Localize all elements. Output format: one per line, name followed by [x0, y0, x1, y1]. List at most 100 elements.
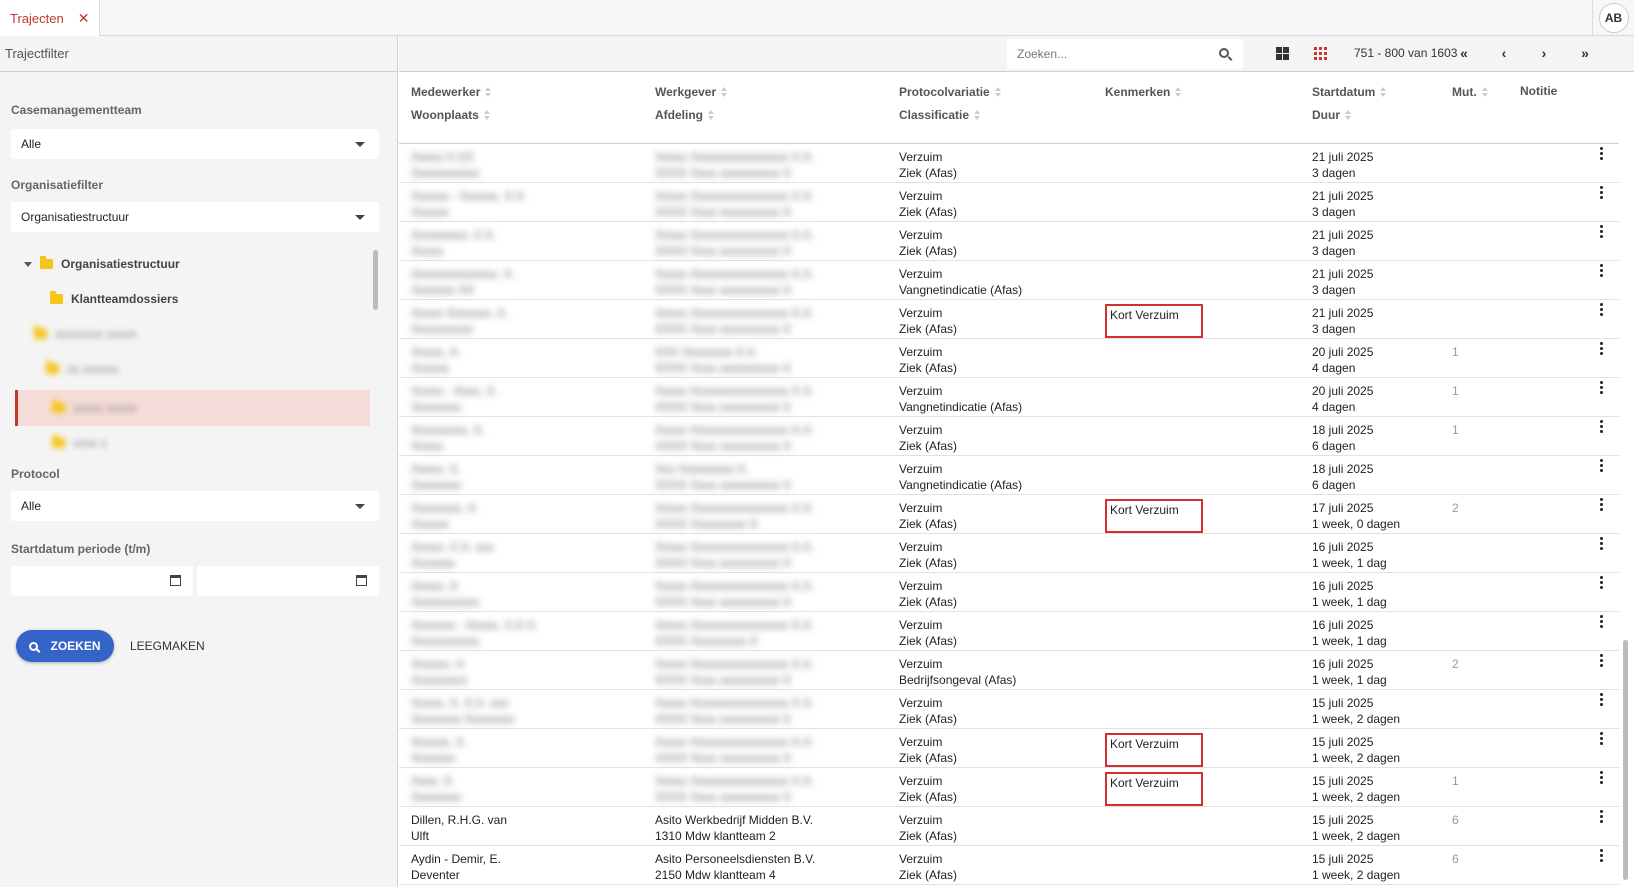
col-classificatie[interactable]: Classificatie	[899, 108, 981, 122]
row-menu-button[interactable]	[1597, 849, 1607, 862]
tree-item-blurred[interactable]: xxxx x	[52, 429, 106, 457]
table-row[interactable]: Xxxxxxxxx, X. Xxxxx Xxxxx Xxxxxxxxxxxxxxxx…	[399, 417, 1619, 456]
table-row[interactable]: Dillen, R.H.G. van Ulft Asito Werkbedrijf …	[399, 807, 1619, 846]
col-woonplaats[interactable]: Woonplaats	[411, 108, 491, 122]
calendar-icon[interactable]	[356, 575, 367, 586]
employee-name: Xxxxx, X. X.X. xxx	[411, 696, 509, 710]
tree-item-klantteamdossiers[interactable]: Klantteamdossiers	[50, 285, 178, 313]
table-row[interactable]: Xxxxxxxxx, X.X. Xxxxx Xxxxx Xxxxxxxxxxxxxx…	[399, 222, 1619, 261]
table-row[interactable]: Xxxxx, X.X. xxx Xxxxxxx Xxxxx Xxxxxxxxxxxx…	[399, 534, 1619, 573]
tree-item-blurred[interactable]: xx xxxxxx	[46, 355, 118, 383]
more-vertical-icon[interactable]	[1600, 147, 1604, 160]
row-menu-button[interactable]	[1597, 615, 1607, 628]
more-vertical-icon[interactable]	[1600, 615, 1604, 628]
startdate-from-input[interactable]	[11, 566, 193, 596]
org-filter-select[interactable]: Organisatiestructuur	[11, 202, 379, 232]
row-menu-button[interactable]	[1597, 225, 1607, 238]
row-menu-button[interactable]	[1597, 576, 1607, 589]
table-row[interactable]: Xxxxx, X. Xxxxxxxxxxx Xxxxx Xxxxxxxxxxxxxx…	[399, 573, 1619, 612]
tab-trajecten[interactable]: Trajecten ✕	[0, 0, 101, 36]
user-menu[interactable]: AB	[1592, 0, 1634, 36]
row-menu-button[interactable]	[1597, 732, 1607, 745]
tree-item-blurred-selected[interactable]: xxxxx xxxxx	[52, 394, 136, 422]
row-menu-button[interactable]	[1597, 537, 1607, 550]
row-menu-button[interactable]	[1597, 810, 1607, 823]
row-menu-button[interactable]	[1597, 186, 1607, 199]
next-page-button[interactable]: ›	[1534, 45, 1554, 61]
row-menu-button[interactable]	[1597, 420, 1607, 433]
more-vertical-icon[interactable]	[1600, 810, 1604, 823]
table-row[interactable]: Xxxxxxxx, X. Xxxxxx Xxxxx Xxxxxxxxxxxxxxxx…	[399, 495, 1619, 534]
table-row[interactable]: Xxxxxx, X. Xxxxxxx Xxxxx Xxxxxxxxxxxxxxxx …	[399, 729, 1619, 768]
table-row[interactable]: Xxxx, X. Xxxxxxxx Xxxxx Xxxxxxxxxxxxxxxx X…	[399, 768, 1619, 807]
casemanagement-select[interactable]: Alle	[11, 129, 379, 159]
more-vertical-icon[interactable]	[1600, 186, 1604, 199]
row-menu-button[interactable]	[1597, 342, 1607, 355]
row-menu-button[interactable]	[1597, 264, 1607, 277]
more-vertical-icon[interactable]	[1600, 459, 1604, 472]
table-view-icon[interactable]	[1314, 47, 1327, 60]
row-menu-button[interactable]	[1597, 459, 1607, 472]
table-row[interactable]: Xxxxx, X. Xxxxxxxx Xxx Xxxxxxxxx X. XXXX Xx…	[399, 456, 1619, 495]
col-duur[interactable]: Duur	[1312, 108, 1352, 122]
col-afdeling[interactable]: Afdeling	[655, 108, 715, 122]
startdate-to-input[interactable]	[197, 566, 379, 596]
tree-scrollbar[interactable]	[373, 250, 378, 310]
more-vertical-icon[interactable]	[1600, 342, 1604, 355]
row-menu-button[interactable]	[1597, 654, 1607, 667]
clear-button[interactable]: LEEGMAKEN	[130, 630, 205, 662]
table-row[interactable]: Xxxxxxx - Xxxxx, X.X.X. Xxxxxxxxxxx Xxxxx …	[399, 612, 1619, 651]
table-row[interactable]: Xxxxx X.XX Xxxxxxxxxxx Xxxxx Xxxxxxxxxxxxx…	[399, 144, 1619, 183]
table-row[interactable]: Xxxxxxxxxxxxxx, X. Xxxxxxx XX Xxxxx Xxxxxx…	[399, 261, 1619, 300]
caret-down-icon[interactable]	[24, 261, 32, 267]
more-vertical-icon[interactable]	[1600, 849, 1604, 862]
col-kenmerken[interactable]: Kenmerken	[1105, 85, 1182, 99]
table-row[interactable]: Xxxxxx, X. Xxxxxxxxx Xxxxx Xxxxxxxxxxxxxxx…	[399, 651, 1619, 690]
more-vertical-icon[interactable]	[1600, 264, 1604, 277]
calendar-icon[interactable]	[170, 575, 181, 586]
search-field[interactable]	[1007, 39, 1243, 69]
row-menu-button[interactable]	[1597, 693, 1607, 706]
more-vertical-icon[interactable]	[1600, 381, 1604, 394]
row-menu-button[interactable]	[1597, 303, 1607, 316]
table-row[interactable]: Xxxxx, X. X.X. xxx Xxxxxxxx Xxxxxxxx Xxxxx…	[399, 690, 1619, 729]
more-vertical-icon[interactable]	[1600, 771, 1604, 784]
search-button[interactable]: ZOEKEN	[16, 630, 114, 662]
col-protocolvariatie[interactable]: Protocolvariatie	[899, 85, 1002, 99]
close-icon[interactable]: ✕	[78, 10, 90, 27]
row-menu-button[interactable]	[1597, 498, 1607, 511]
tree-item-blurred[interactable]: xxxxxxxx xxxxx	[34, 320, 136, 348]
table-row[interactable]: Xxxxx - Xxxx, X. Xxxxxxxx Xxxxx Xxxxxxxxxx…	[399, 378, 1619, 417]
tab-title[interactable]: Trajecten	[10, 11, 64, 26]
more-vertical-icon[interactable]	[1600, 498, 1604, 511]
card-view-icon[interactable]	[1276, 47, 1289, 60]
more-vertical-icon[interactable]	[1600, 693, 1604, 706]
search-input[interactable]	[1017, 47, 1207, 61]
table-row[interactable]: Xxxxx Xxxxxxx, X. Xxxxxxxxxx Xxxxx Xxxxxxx…	[399, 300, 1619, 339]
row-menu-button[interactable]	[1597, 147, 1607, 160]
col-mut[interactable]: Mut.	[1452, 85, 1489, 99]
more-vertical-icon[interactable]	[1600, 420, 1604, 433]
avatar[interactable]: AB	[1598, 3, 1629, 33]
protocol-select[interactable]: Alle	[11, 491, 379, 521]
table-scrollbar[interactable]	[1623, 640, 1628, 880]
table-row[interactable]: Xxxxx, X. Xxxxxx XXX Xxxxxxxx X.X. XXXX Xxx…	[399, 339, 1619, 378]
more-vertical-icon[interactable]	[1600, 732, 1604, 745]
tree-item-root[interactable]: Organisatiestructuur	[24, 250, 180, 278]
search-icon[interactable]	[1219, 48, 1229, 58]
more-vertical-icon[interactable]	[1600, 576, 1604, 589]
table-row[interactable]: Xxxxxx - Xxxxxx, X.X. Xxxxxx Xxxxx Xxxxxxx…	[399, 183, 1619, 222]
table-row[interactable]: Aydin - Demir, E. Deventer Asito Personeel…	[399, 846, 1619, 885]
col-startdatum[interactable]: Startdatum	[1312, 85, 1387, 99]
last-page-button[interactable]: »	[1575, 45, 1595, 61]
col-werkgever[interactable]: Werkgever	[655, 85, 728, 99]
first-page-button[interactable]: «	[1454, 45, 1474, 61]
more-vertical-icon[interactable]	[1600, 225, 1604, 238]
row-menu-button[interactable]	[1597, 381, 1607, 394]
col-medewerker[interactable]: Medewerker	[411, 85, 492, 99]
prev-page-button[interactable]: ‹	[1494, 45, 1514, 61]
more-vertical-icon[interactable]	[1600, 537, 1604, 550]
row-menu-button[interactable]	[1597, 771, 1607, 784]
more-vertical-icon[interactable]	[1600, 654, 1604, 667]
more-vertical-icon[interactable]	[1600, 303, 1604, 316]
